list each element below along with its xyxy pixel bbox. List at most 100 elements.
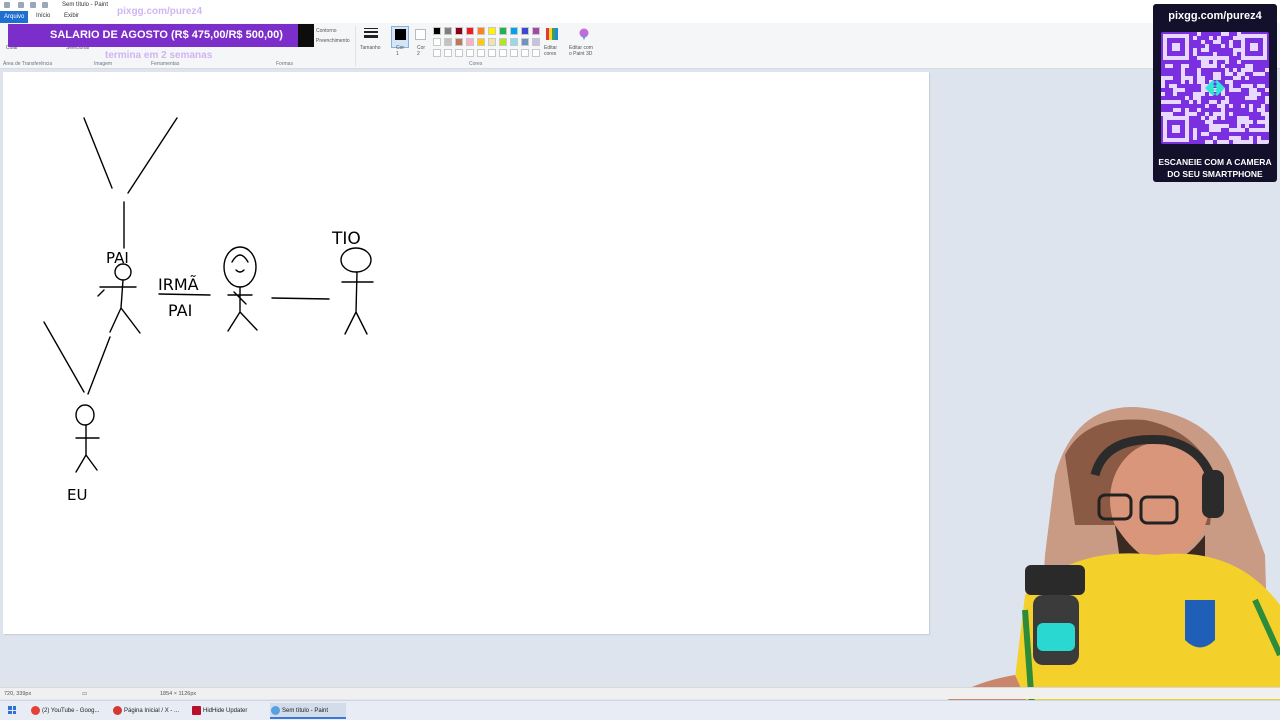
- taskbar-item-x[interactable]: Página Inicial / X - ...: [112, 703, 182, 719]
- fill-dropdown[interactable]: Preenchimento: [316, 38, 350, 44]
- palette-swatch[interactable]: [466, 27, 474, 35]
- palette-swatch[interactable]: [532, 27, 540, 35]
- palette-swatch-empty[interactable]: [466, 49, 474, 57]
- taskbar-item-label: Sem título - Paint: [282, 708, 329, 714]
- qr-module: [1241, 128, 1245, 132]
- color1-label: Cor 1: [396, 45, 405, 57]
- taskbar-item-label: HidHide Updater: [203, 708, 248, 714]
- tab-exibir[interactable]: Exibir: [64, 13, 79, 19]
- palette-swatch[interactable]: [455, 27, 463, 35]
- browser-icon: [113, 706, 122, 715]
- qr-module: [1197, 96, 1201, 100]
- qr-module: [1161, 76, 1165, 80]
- qr-module: [1237, 140, 1241, 144]
- tab-inicio[interactable]: Início: [36, 13, 50, 19]
- qr-module: [1237, 32, 1241, 36]
- palette-swatch[interactable]: [499, 38, 507, 46]
- redo-icon[interactable]: [42, 2, 48, 8]
- qr-module: [1261, 108, 1265, 112]
- qr-module: [1161, 84, 1165, 88]
- qr-module: [1241, 140, 1245, 144]
- palette-swatch-empty[interactable]: [499, 49, 507, 57]
- palette-swatch[interactable]: [444, 27, 452, 35]
- palette-swatch[interactable]: [510, 27, 518, 35]
- qr-module: [1205, 132, 1209, 136]
- palette-swatch[interactable]: [477, 38, 485, 46]
- qr-module: [1217, 140, 1221, 144]
- palette-swatch[interactable]: [433, 27, 441, 35]
- qr-module: [1197, 92, 1201, 96]
- qr-module: [1233, 36, 1237, 40]
- webcam-feed: [925, 406, 1280, 720]
- qr-module: [1213, 40, 1217, 44]
- palette-swatch[interactable]: [433, 38, 441, 46]
- pai-body: [97, 279, 141, 334]
- palette-swatch[interactable]: [466, 38, 474, 46]
- undo-icon[interactable]: [30, 2, 36, 8]
- palette-swatch[interactable]: [521, 38, 529, 46]
- qr-module: [1161, 100, 1165, 104]
- qr-module: [1193, 136, 1197, 140]
- palette-swatch-empty[interactable]: [521, 49, 529, 57]
- start-icon[interactable]: [8, 706, 16, 714]
- qr-module: [1253, 128, 1257, 132]
- qr-module: [1213, 128, 1217, 132]
- fraction-line: [158, 293, 211, 296]
- drawing-canvas[interactable]: PAI IRMÃ PAI TIO EU: [3, 72, 929, 634]
- outline-dropdown[interactable]: Contorno: [316, 28, 337, 34]
- line-size-icon[interactable]: [363, 27, 379, 41]
- palette-swatch-empty[interactable]: [433, 49, 441, 57]
- palette-swatch[interactable]: [488, 38, 496, 46]
- palette-swatch[interactable]: [477, 27, 485, 35]
- qr-module: [1193, 52, 1197, 56]
- qr-module: [1261, 112, 1265, 116]
- qr-module: [1257, 84, 1261, 88]
- taskbar-item-paint[interactable]: Sem título - Paint: [270, 703, 346, 719]
- qr-module: [1265, 68, 1269, 72]
- palette-swatch[interactable]: [488, 27, 496, 35]
- palette-swatch-empty[interactable]: [510, 49, 518, 57]
- banner-subtext: termina em 2 semanas: [105, 50, 213, 61]
- palette-swatch[interactable]: [532, 38, 540, 46]
- qr-module: [1229, 84, 1233, 88]
- palette-swatch[interactable]: [455, 38, 463, 46]
- qr-module: [1225, 96, 1229, 100]
- tab-arquivo[interactable]: Arquivo: [0, 11, 28, 23]
- palette-swatch[interactable]: [521, 27, 529, 35]
- qr-module: [1265, 128, 1269, 132]
- edit-colors-icon[interactable]: [545, 27, 559, 41]
- qr-module: [1229, 112, 1233, 116]
- status-bar: 720, 339px ▭ 1854 × 1126px: [0, 687, 1280, 699]
- palette-swatch-empty[interactable]: [532, 49, 540, 57]
- save-icon[interactable]: [18, 2, 24, 8]
- qr-module: [1225, 140, 1229, 144]
- paint3d-label: Editar com o Paint 3D: [569, 45, 593, 57]
- qr-module: [1213, 72, 1217, 76]
- qr-module: [1225, 100, 1229, 104]
- qr-module: [1173, 100, 1177, 104]
- qr-module: [1225, 56, 1229, 60]
- qr-module: [1229, 88, 1233, 92]
- palette-swatch-empty[interactable]: [477, 49, 485, 57]
- color2-button[interactable]: [415, 29, 426, 40]
- group-tools: Ferramentas: [151, 61, 180, 67]
- palette-swatch-empty[interactable]: [488, 49, 496, 57]
- qr-module: [1217, 104, 1221, 108]
- qr-module: [1241, 72, 1245, 76]
- palette-swatch[interactable]: [444, 38, 452, 46]
- taskbar-item-youtube[interactable]: (2) YouTube - Goog...: [30, 703, 104, 719]
- qr-module: [1173, 92, 1177, 96]
- qr-module: [1217, 76, 1221, 80]
- qr-module: [1253, 92, 1257, 96]
- group-shapes: Formas: [276, 61, 293, 67]
- qr-module: [1177, 108, 1181, 112]
- label-pai-denominator: PAI: [168, 301, 192, 320]
- palette-swatch[interactable]: [510, 38, 518, 46]
- palette-swatch-empty[interactable]: [444, 49, 452, 57]
- paint3d-icon[interactable]: [577, 27, 591, 41]
- qr-module: [1185, 64, 1189, 68]
- tio-head: [340, 247, 372, 273]
- palette-swatch[interactable]: [499, 27, 507, 35]
- taskbar-item-hidhide[interactable]: HidHide Updater: [191, 703, 253, 719]
- palette-swatch-empty[interactable]: [455, 49, 463, 57]
